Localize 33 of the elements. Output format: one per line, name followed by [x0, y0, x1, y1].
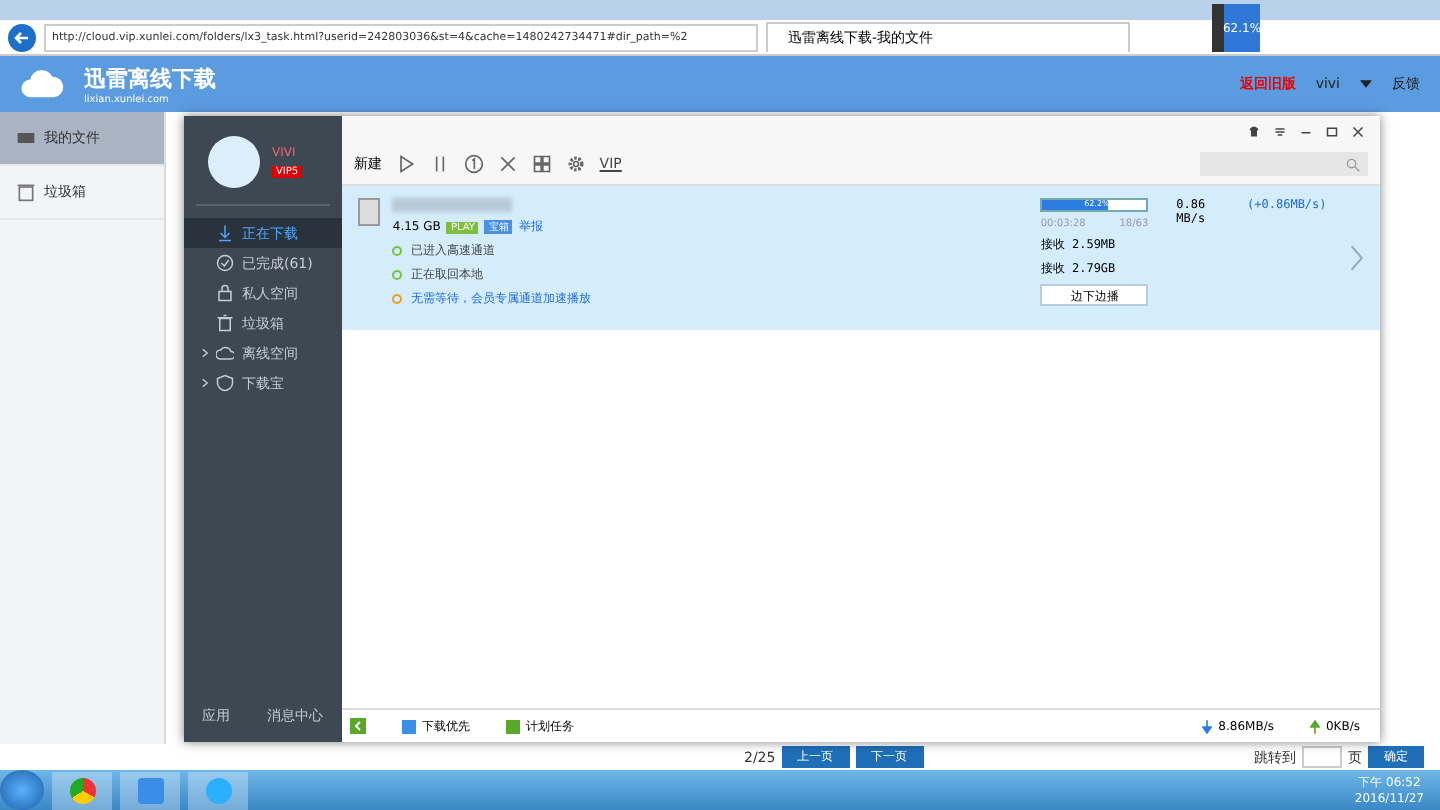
cloud-icon — [216, 344, 234, 362]
play-icon[interactable] — [395, 154, 416, 174]
trash-icon — [216, 314, 234, 332]
back-icon[interactable] — [8, 23, 36, 51]
lock-icon — [216, 284, 234, 302]
minimize-icon[interactable] — [1300, 126, 1312, 138]
chevron-right-icon[interactable] — [202, 378, 208, 388]
blurred-file-name — [392, 198, 513, 212]
drive-icon — [16, 128, 36, 148]
number-one-icon[interactable] — [463, 154, 484, 174]
search-field[interactable] — [1200, 152, 1368, 176]
start-icon[interactable] — [0, 770, 44, 810]
shirt-icon[interactable] — [1248, 126, 1260, 138]
avatar — [208, 136, 260, 188]
download-icon — [216, 224, 234, 242]
cloud-logo-icon — [20, 66, 64, 102]
up-arrow-icon — [1309, 719, 1320, 733]
logo-title: 迅雷离线下载 — [84, 63, 216, 93]
shield-icon — [216, 374, 234, 392]
file-icon — [357, 198, 381, 226]
trash-icon — [16, 182, 36, 202]
page-input-field[interactable] — [1302, 746, 1342, 768]
chevron-right-icon[interactable] — [202, 348, 208, 358]
menu-icon[interactable] — [1274, 126, 1286, 138]
settings-icon[interactable] — [565, 154, 586, 174]
down-arrow-icon — [1202, 719, 1213, 733]
caret-icon[interactable] — [1360, 80, 1372, 88]
grid-icon[interactable] — [531, 154, 552, 174]
collapse-icon[interactable] — [349, 718, 366, 734]
search-icon — [1346, 157, 1360, 171]
maximize-icon[interactable] — [1326, 126, 1338, 138]
close-icon[interactable] — [1352, 126, 1364, 138]
delete-icon[interactable] — [497, 154, 518, 174]
